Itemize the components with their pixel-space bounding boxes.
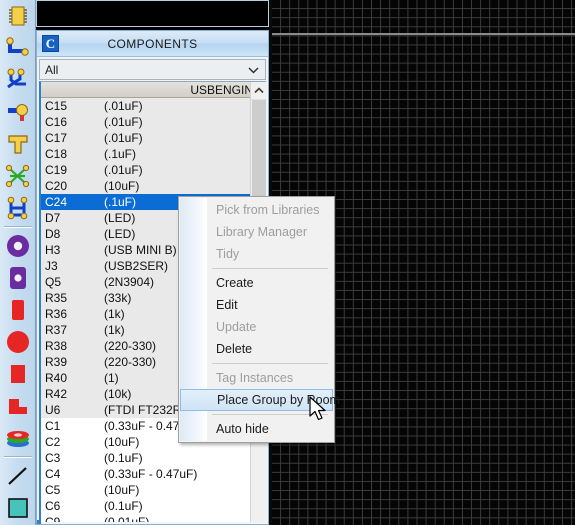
list-item[interactable]: C17 (.01uF) <box>41 130 266 146</box>
component-value: (0.01uF) <box>104 515 150 522</box>
panel-accent <box>37 520 41 524</box>
net-star-icon[interactable] <box>0 160 36 192</box>
list-item[interactable]: C16 (.01uF) <box>41 114 266 130</box>
component-ref: C20 <box>45 179 68 193</box>
component-ref: C2 <box>45 435 61 449</box>
component-value: (.1uF) <box>104 147 137 161</box>
filter-dropdown-value: All <box>45 62 59 77</box>
chevron-up-icon[interactable] <box>251 82 266 100</box>
component-value: (0.33uF - 0.47uF) <box>104 467 198 481</box>
component-value: (0.1uF) <box>104 451 143 465</box>
application-window: C COMPONENTS All USBENGINE C15 (.01uF) C16… <box>0 0 575 525</box>
component-ref: D8 <box>45 227 61 241</box>
menu-item[interactable]: Place Group by Room <box>180 389 340 411</box>
component-value: (10uF) <box>104 179 140 193</box>
pad-square-red-icon[interactable] <box>0 294 36 326</box>
component-value: (.01uF) <box>104 163 143 177</box>
menu-item[interactable]: Auto hide <box>179 418 334 440</box>
filter-dropdown[interactable]: All <box>39 59 266 80</box>
via-ring-icon[interactable] <box>0 230 36 262</box>
component-value: (.01uF) <box>104 115 143 129</box>
context-menu: Pick from Libraries Library Manager Tidy Cr… <box>178 196 340 443</box>
track-corner-icon[interactable] <box>0 32 36 64</box>
pad-rect2-red-icon[interactable] <box>0 358 36 390</box>
list-item[interactable]: C18 (.1uF) <box>41 146 266 162</box>
component-ref: C24 <box>45 195 68 209</box>
teardrop-icon[interactable] <box>0 128 36 160</box>
line-tool-icon[interactable] <box>0 460 36 492</box>
pad-rect-icon[interactable] <box>0 262 36 294</box>
component-ref: C17 <box>45 131 68 145</box>
component-ref: C5 <box>45 483 61 497</box>
left-toolbar <box>0 0 36 525</box>
menu-separator <box>212 363 328 364</box>
component-ref: R40 <box>45 371 68 385</box>
component-ref: Q5 <box>45 275 62 289</box>
menu-item: Update <box>216 320 257 334</box>
toolbar-separator-2 <box>4 456 32 458</box>
component-ref: J3 <box>45 259 58 273</box>
component-ref: C1 <box>45 419 61 433</box>
list-item[interactable]: C4 (0.33uF - 0.47uF) <box>41 466 266 482</box>
menu-item: Tag Instances <box>216 371 294 385</box>
components-panel-icon: C <box>42 35 59 52</box>
component-ref: C6 <box>45 499 61 513</box>
list-group-header: USBENGINE <box>41 82 266 98</box>
scrollbar-thumb[interactable] <box>252 100 266 203</box>
bus-icon[interactable] <box>0 192 36 224</box>
component-ref: R37 <box>45 323 68 337</box>
component-ref: D7 <box>45 211 61 225</box>
differential-pair-icon[interactable] <box>0 64 36 96</box>
ic-chip-icon[interactable] <box>0 0 36 32</box>
menu-item[interactable]: Create <box>179 272 334 294</box>
menu-separator <box>212 268 328 269</box>
menu-item[interactable]: Edit <box>179 294 334 316</box>
layer-stack-icon[interactable] <box>0 422 36 454</box>
component-ref: R42 <box>45 387 68 401</box>
component-ref: R39 <box>45 355 68 369</box>
component-ref: C4 <box>45 467 61 481</box>
list-item[interactable]: C5 (10uF) <box>41 482 266 498</box>
component-value: (.01uF) <box>104 131 143 145</box>
component-value: (10uF) <box>104 483 140 497</box>
component-value: (.01uF) <box>104 99 143 113</box>
menu-item: Pick from Libraries <box>216 203 320 217</box>
pad-round-red-icon[interactable] <box>0 326 36 358</box>
menu-item: Library Manager <box>216 225 308 239</box>
menu-item: Tidy <box>216 247 240 261</box>
menu-separator <box>212 414 328 415</box>
list-item[interactable]: C15 (.01uF) <box>41 98 266 114</box>
toolbar-separator <box>4 226 32 228</box>
list-item[interactable]: C9 (0.01uF) <box>41 514 266 522</box>
component-ref: C15 <box>45 99 68 113</box>
component-ref: C16 <box>45 115 68 129</box>
copper-pour-icon[interactable] <box>0 390 36 422</box>
canvas-guide-line <box>272 33 575 35</box>
canvas-top-strip[interactable] <box>36 0 269 27</box>
rectangle-tool-icon[interactable] <box>0 492 36 524</box>
component-ref: U6 <box>45 403 61 417</box>
component-ref: C18 <box>45 147 68 161</box>
component-ref: C19 <box>45 163 68 177</box>
list-item[interactable]: C19 (.01uF) <box>41 162 266 178</box>
panel-title-bar[interactable]: C COMPONENTS <box>37 31 268 57</box>
component-ref: C3 <box>45 451 61 465</box>
component-ref: H3 <box>45 243 61 257</box>
component-ref: R36 <box>45 307 68 321</box>
chevron-down-icon[interactable] <box>245 60 261 79</box>
pin-via-icon[interactable] <box>0 96 36 128</box>
list-item[interactable]: C3 (0.1uF) <box>41 450 266 466</box>
component-ref: R38 <box>45 339 68 353</box>
list-item[interactable]: C20 (10uF) <box>41 178 266 194</box>
context-menu-items: Pick from Libraries Library Manager Tidy Cr… <box>179 199 340 440</box>
page-title: COMPONENTS <box>107 36 198 51</box>
component-ref: C9 <box>45 515 61 522</box>
menu-item[interactable]: Delete <box>179 338 334 360</box>
component-ref: R35 <box>45 291 68 305</box>
component-value: (0.1uF) <box>104 499 143 513</box>
list-item[interactable]: C6 (0.1uF) <box>41 498 266 514</box>
